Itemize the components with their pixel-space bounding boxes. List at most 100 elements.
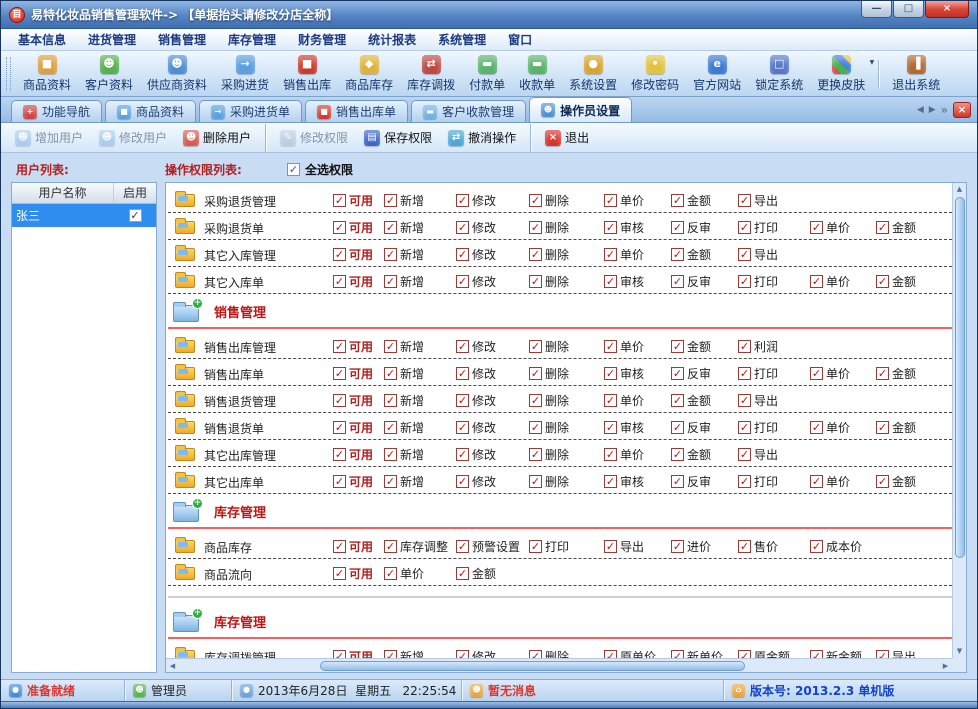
checkbox-checked[interactable]: ✓ xyxy=(384,394,397,407)
perm-other-outbound-bill-2[interactable]: ✓ 修改 xyxy=(456,473,496,490)
perm-sales-outbound-bill-6[interactable]: ✓ 打印 xyxy=(738,365,778,382)
perm-product-flow-2[interactable]: ✓ 金额 xyxy=(456,565,496,582)
checkbox-checked[interactable]: ✓ xyxy=(738,367,751,380)
perm-sales-outbound-mgmt-6[interactable]: ✓ 利润 xyxy=(738,338,778,355)
perm-product-flow-0[interactable]: ✓ 可用 xyxy=(333,565,373,582)
perm-sales-return-mgmt-3[interactable]: ✓ 删除 xyxy=(529,392,569,409)
checkbox-checked[interactable]: ✓ xyxy=(529,650,542,658)
toolbar-official-website-button[interactable]: e 官方网站 xyxy=(686,53,748,95)
undo-operation-button[interactable]: ⇄ 撤消操作 xyxy=(440,126,524,149)
checkbox-checked[interactable]: ✓ xyxy=(333,650,346,658)
perm-sales-return-bill-4[interactable]: ✓ 审核 xyxy=(604,419,644,436)
user-enabled-checkbox[interactable]: ✓ xyxy=(128,209,142,222)
perm-sales-return-bill-3[interactable]: ✓ 删除 xyxy=(529,419,569,436)
perm-purchase-return-bill-4[interactable]: ✓ 审核 xyxy=(604,219,644,236)
scroll-down-icon[interactable]: ▼ xyxy=(953,645,966,658)
edit-permission-button[interactable]: ✎ 修改权限 xyxy=(272,126,356,149)
perm-sales-return-mgmt-2[interactable]: ✓ 修改 xyxy=(456,392,496,409)
checkbox-checked[interactable]: ✓ xyxy=(876,650,889,658)
menu-sales-mgmt[interactable]: 销售管理 xyxy=(147,29,217,50)
checkbox-checked[interactable]: ✓ xyxy=(810,275,823,288)
checkbox-checked[interactable]: ✓ xyxy=(456,248,469,261)
perm-product-stock-1[interactable]: ✓ 库存调整 xyxy=(384,538,448,555)
perm-purchase-return-mgmt-5[interactable]: ✓ 金额 xyxy=(671,192,711,209)
perm-other-outbound-bill-4[interactable]: ✓ 审核 xyxy=(604,473,644,490)
perm-other-outbound-mgmt-5[interactable]: ✓ 金额 xyxy=(671,446,711,463)
menu-statistics-reports[interactable]: 统计报表 xyxy=(357,29,427,50)
checkbox-checked[interactable]: ✓ xyxy=(671,221,684,234)
checkbox-checked[interactable]: ✓ xyxy=(671,650,684,658)
delete-user-button[interactable]: ☻ 删除用户 xyxy=(175,126,259,149)
perm-product-stock-3[interactable]: ✓ 打印 xyxy=(529,538,569,555)
perm-sales-return-bill-7[interactable]: ✓ 单价 xyxy=(810,419,850,436)
perm-sales-outbound-mgmt-4[interactable]: ✓ 单价 xyxy=(604,338,644,355)
toolbar-receipt-bill-button[interactable]: ▬ 收款单 xyxy=(512,53,562,95)
menu-inventory-mgmt[interactable]: 库存管理 xyxy=(217,29,287,50)
menu-basic-info[interactable]: 基本信息 xyxy=(7,29,77,50)
vertical-scroll-thumb[interactable] xyxy=(954,197,965,558)
perm-sales-return-bill-6[interactable]: ✓ 打印 xyxy=(738,419,778,436)
perm-sales-outbound-bill-7[interactable]: ✓ 单价 xyxy=(810,365,850,382)
perm-sales-outbound-bill-5[interactable]: ✓ 反审 xyxy=(671,365,711,382)
perm-sales-return-mgmt-5[interactable]: ✓ 金额 xyxy=(671,392,711,409)
perm-purchase-return-mgmt-0[interactable]: ✓ 可用 xyxy=(333,192,373,209)
checkbox-checked[interactable]: ✓ xyxy=(671,275,684,288)
perm-sales-outbound-bill-2[interactable]: ✓ 修改 xyxy=(456,365,496,382)
perm-sales-outbound-bill-4[interactable]: ✓ 审核 xyxy=(604,365,644,382)
perm-other-inbound-mgmt-6[interactable]: ✓ 导出 xyxy=(738,246,778,263)
toolbar-lock-system-button[interactable]: □ 锁定系统 xyxy=(748,53,810,95)
checkbox-checked[interactable]: ✓ xyxy=(384,650,397,658)
checkbox-checked[interactable]: ✓ xyxy=(384,448,397,461)
checkbox-checked[interactable]: ✓ xyxy=(876,475,889,488)
perm-other-outbound-bill-7[interactable]: ✓ 单价 xyxy=(810,473,850,490)
checkbox-checked[interactable]: ✓ xyxy=(384,194,397,207)
checkbox-checked[interactable]: ✓ xyxy=(876,221,889,234)
checkbox-checked[interactable]: ✓ xyxy=(333,221,346,234)
perm-stock-transfer-mgmt-1[interactable]: ✓ 新增 xyxy=(384,648,424,658)
perm-sales-outbound-bill-8[interactable]: ✓ 金额 xyxy=(876,365,916,382)
perm-sales-outbound-mgmt-5[interactable]: ✓ 金额 xyxy=(671,338,711,355)
tab-purchase-order[interactable]: → 采购进货单 xyxy=(199,100,303,122)
checkbox-checked[interactable]: ✓ xyxy=(384,340,397,353)
checkbox-checked[interactable]: ✓ xyxy=(604,248,617,261)
checkbox-checked[interactable]: ✓ xyxy=(671,421,684,434)
checkbox-checked[interactable]: ✓ xyxy=(810,475,823,488)
checkbox-checked[interactable]: ✓ xyxy=(604,367,617,380)
perm-purchase-return-mgmt-4[interactable]: ✓ 单价 xyxy=(604,192,644,209)
perm-product-stock-0[interactable]: ✓ 可用 xyxy=(333,538,373,555)
perm-other-inbound-bill-1[interactable]: ✓ 新增 xyxy=(384,273,424,290)
perm-other-outbound-mgmt-1[interactable]: ✓ 新增 xyxy=(384,446,424,463)
checkbox-checked[interactable]: ✓ xyxy=(333,567,346,580)
perm-purchase-return-mgmt-1[interactable]: ✓ 新增 xyxy=(384,192,424,209)
perm-other-inbound-mgmt-2[interactable]: ✓ 修改 xyxy=(456,246,496,263)
checkbox-checked[interactable]: ✓ xyxy=(671,540,684,553)
toolbar-sales-out-button[interactable]: ■ 销售出库 xyxy=(276,53,338,95)
perm-other-outbound-bill-8[interactable]: ✓ 金额 xyxy=(876,473,916,490)
checkbox-checked[interactable]: ✓ xyxy=(604,650,617,658)
checkbox-checked[interactable]: ✓ xyxy=(738,194,751,207)
checkbox-checked[interactable]: ✓ xyxy=(738,394,751,407)
checkbox-checked[interactable]: ✓ xyxy=(604,275,617,288)
checkbox-checked[interactable]: ✓ xyxy=(456,394,469,407)
toolbar-payment-bill-button[interactable]: ▬ 付款单 xyxy=(462,53,512,95)
checkbox-checked[interactable]: ✓ xyxy=(876,275,889,288)
checkbox-checked[interactable]: ✓ xyxy=(384,367,397,380)
checkbox-checked[interactable]: ✓ xyxy=(604,448,617,461)
perm-product-stock-6[interactable]: ✓ 售价 xyxy=(738,538,778,555)
checkbox-checked[interactable]: ✓ xyxy=(604,394,617,407)
checkbox-checked[interactable]: ✓ xyxy=(738,221,751,234)
checkbox-checked[interactable]: ✓ xyxy=(456,567,469,580)
checkbox-checked[interactable]: ✓ xyxy=(810,650,823,658)
checkbox-checked[interactable]: ✓ xyxy=(671,448,684,461)
perm-other-outbound-mgmt-4[interactable]: ✓ 单价 xyxy=(604,446,644,463)
checkbox-checked[interactable]: ✓ xyxy=(529,340,542,353)
perm-stock-transfer-mgmt-2[interactable]: ✓ 修改 xyxy=(456,648,496,658)
toolbar-system-settings-button[interactable]: ● 系统设置 xyxy=(562,53,624,95)
checkbox-checked[interactable]: ✓ xyxy=(456,540,469,553)
perm-purchase-return-bill-6[interactable]: ✓ 打印 xyxy=(738,219,778,236)
checkbox-checked[interactable]: ✓ xyxy=(456,221,469,234)
checkbox-checked[interactable]: ✓ xyxy=(738,540,751,553)
perm-sales-return-mgmt-4[interactable]: ✓ 单价 xyxy=(604,392,644,409)
menu-system-mgmt[interactable]: 系统管理 xyxy=(427,29,497,50)
perm-other-outbound-bill-1[interactable]: ✓ 新增 xyxy=(384,473,424,490)
